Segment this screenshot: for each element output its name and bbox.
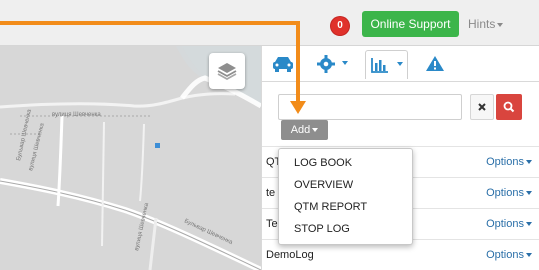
- options-label: Options: [486, 156, 524, 168]
- chevron-down-icon: [397, 62, 403, 66]
- chevron-down-icon: [526, 222, 532, 227]
- list-item-name: Te: [266, 218, 278, 230]
- options-label: Options: [486, 187, 524, 199]
- tool-tabs: [262, 46, 539, 82]
- chevron-down-icon: [497, 22, 504, 27]
- map-view[interactable]: вулиця Шевченка Бульвар Шевченка вулиця …: [0, 46, 261, 270]
- tab-divider: [262, 81, 539, 82]
- menu-item-stop-log[interactable]: STOP LOG: [294, 223, 350, 236]
- chevron-down-icon: [526, 191, 532, 196]
- car-icon: [273, 57, 293, 72]
- tab-alerts[interactable]: [422, 50, 448, 78]
- menu-item-log-book[interactable]: LOG BOOK: [294, 157, 352, 170]
- list-item-name: DemoLog: [266, 249, 314, 261]
- chevron-down-icon: [526, 160, 532, 165]
- tab-settings[interactable]: [315, 50, 349, 78]
- bar-chart-icon: [371, 58, 388, 73]
- options-button[interactable]: Options: [486, 156, 532, 169]
- search-icon: [503, 101, 515, 113]
- menu-item-overview[interactable]: OVERVIEW: [294, 179, 353, 192]
- menu-item-qtm-report[interactable]: QTM REPORT: [294, 201, 367, 214]
- close-icon: [478, 103, 486, 111]
- options-label: Options: [486, 249, 524, 261]
- layers-icon: [217, 63, 237, 81]
- hints-dropdown[interactable]: Hints: [468, 16, 504, 32]
- add-dropdown-menu: LOG BOOK OVERVIEW QTM REPORT STOP LOG: [278, 148, 413, 245]
- add-button-label: Add: [290, 124, 311, 136]
- clear-search-button[interactable]: [470, 94, 494, 120]
- search-input[interactable]: [278, 94, 462, 120]
- map-street-label: вулиця Шевченка: [52, 112, 101, 118]
- options-button[interactable]: Options: [486, 249, 532, 262]
- chevron-down-icon: [312, 128, 319, 133]
- chevron-down-icon: [342, 61, 348, 65]
- online-support-button[interactable]: Online Support: [362, 11, 459, 37]
- tab-reports[interactable]: [365, 50, 408, 79]
- warning-icon: [426, 56, 444, 71]
- list-item-name: te: [266, 187, 276, 199]
- tab-vehicles[interactable]: [270, 50, 296, 78]
- app-window: 0 Online Support Hints вулиця Шевченка Б…: [0, 0, 539, 270]
- search-button[interactable]: [496, 94, 522, 120]
- options-label: Options: [486, 218, 524, 230]
- chevron-down-icon: [526, 253, 532, 258]
- hints-label: Hints: [468, 17, 496, 31]
- add-button[interactable]: Add: [281, 120, 328, 140]
- options-button[interactable]: Options: [486, 218, 532, 231]
- map-layers-button[interactable]: [209, 53, 245, 89]
- top-header: 0 Online Support Hints: [0, 0, 539, 46]
- options-button[interactable]: Options: [486, 187, 532, 200]
- notification-badge[interactable]: 0: [331, 17, 349, 35]
- gear-icon: [317, 55, 335, 73]
